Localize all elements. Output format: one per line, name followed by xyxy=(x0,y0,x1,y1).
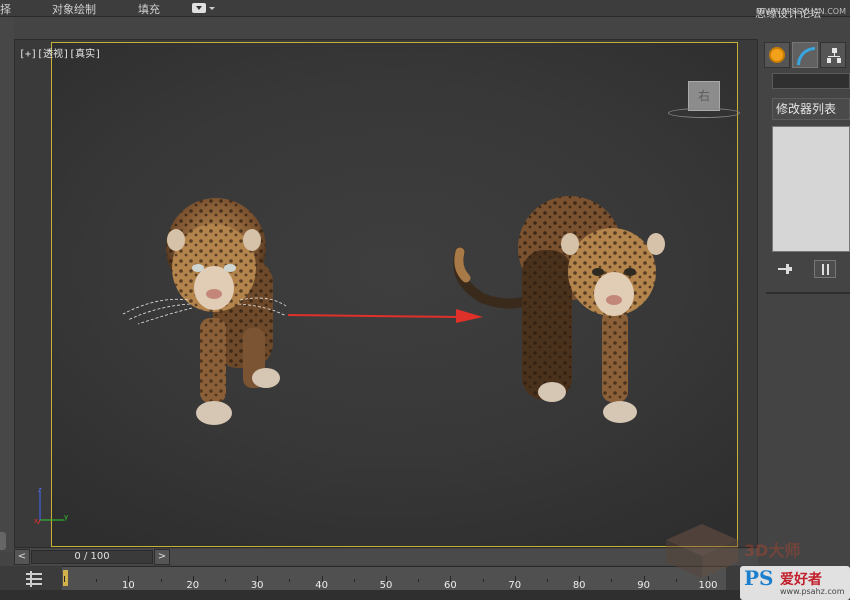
ps-watermark-url: www.psahz.com xyxy=(780,587,845,596)
viewcube-compass-ring[interactable] xyxy=(668,108,740,118)
svg-text:z: z xyxy=(38,486,42,494)
time-next-button[interactable]: > xyxy=(154,549,170,565)
curve-editor-icon[interactable] xyxy=(24,571,44,587)
command-panel-tabs xyxy=(764,42,846,68)
time-slider-thumb[interactable]: 0 / 100 xyxy=(31,550,153,564)
ruler-tick xyxy=(289,579,291,582)
chevron-down-icon[interactable] xyxy=(209,7,215,10)
safe-frame xyxy=(51,42,738,547)
dropdown-button[interactable] xyxy=(192,3,206,13)
command-panel: 修改器列表 xyxy=(762,40,850,560)
menu-item-object-paint[interactable]: 对象绘制 xyxy=(52,1,96,17)
ruler-tick xyxy=(353,579,355,582)
menu-bar: 择 对象绘制 填充 思缘设计论坛 WWW.MISSVUAN.COM xyxy=(0,0,850,20)
sun-icon xyxy=(771,49,783,61)
status-row xyxy=(0,590,850,600)
tab-modify[interactable] xyxy=(792,42,818,68)
modifier-stack[interactable] xyxy=(772,126,850,252)
show-end-result-button[interactable] xyxy=(814,260,836,278)
ps-logo: PS xyxy=(744,566,774,590)
modifier-list-dropdown[interactable]: 修改器列表 xyxy=(772,98,850,120)
object-name-field[interactable] xyxy=(772,73,850,89)
left-toolbar xyxy=(0,17,14,552)
ruler-tick xyxy=(96,579,98,582)
ruler-tick xyxy=(160,579,162,582)
ruler-tick xyxy=(482,579,484,582)
panel-divider xyxy=(766,292,850,294)
ruler-tick xyxy=(418,579,420,582)
watermark-faint-text: 3D大师 xyxy=(744,541,801,560)
menu-item-select[interactable]: 择 xyxy=(0,1,11,17)
perspective-viewport[interactable]: [+][透视][真实] xyxy=(14,39,758,548)
arc-icon xyxy=(797,47,815,65)
watermark-site: 思缘设计论坛 WWW.MISSVUAN.COM xyxy=(755,4,846,20)
left-toolbar-handle[interactable] xyxy=(0,532,6,550)
ruler-tick xyxy=(225,579,226,582)
3d-watermark-logo-icon xyxy=(666,524,738,578)
viewport-label[interactable]: [+][透视][真实] xyxy=(19,45,101,60)
ruler-tick xyxy=(547,579,548,582)
menu-item-populate[interactable]: 填充 xyxy=(138,1,160,17)
axis-tripod-icon: z y x xyxy=(34,486,68,525)
ruler-tick xyxy=(611,579,613,582)
time-slider[interactable]: < 0 / 100 > xyxy=(14,549,758,565)
hierarchy-icon xyxy=(827,48,841,64)
viewcube-face-label: 右 xyxy=(697,89,710,103)
ps-watermark: PS 爱好者 www.psahz.com xyxy=(740,566,850,600)
viewcube[interactable]: 右 xyxy=(688,81,720,111)
ps-watermark-text: 爱好者 xyxy=(780,572,822,588)
pin-stack-icon[interactable] xyxy=(778,264,792,274)
stack-tools xyxy=(772,260,850,278)
time-prev-button[interactable]: < xyxy=(14,549,30,565)
tab-create[interactable] xyxy=(764,42,790,68)
frame-ruler[interactable]: 10 20 30 40 50 60 70 80 90 100 xyxy=(62,566,726,591)
tab-hierarchy[interactable] xyxy=(820,42,846,68)
ruler-tick xyxy=(64,576,65,582)
watermark-site-name: 思缘设计论坛 xyxy=(755,7,822,20)
svg-text:x: x xyxy=(34,517,38,525)
svg-text:y: y xyxy=(64,513,68,521)
